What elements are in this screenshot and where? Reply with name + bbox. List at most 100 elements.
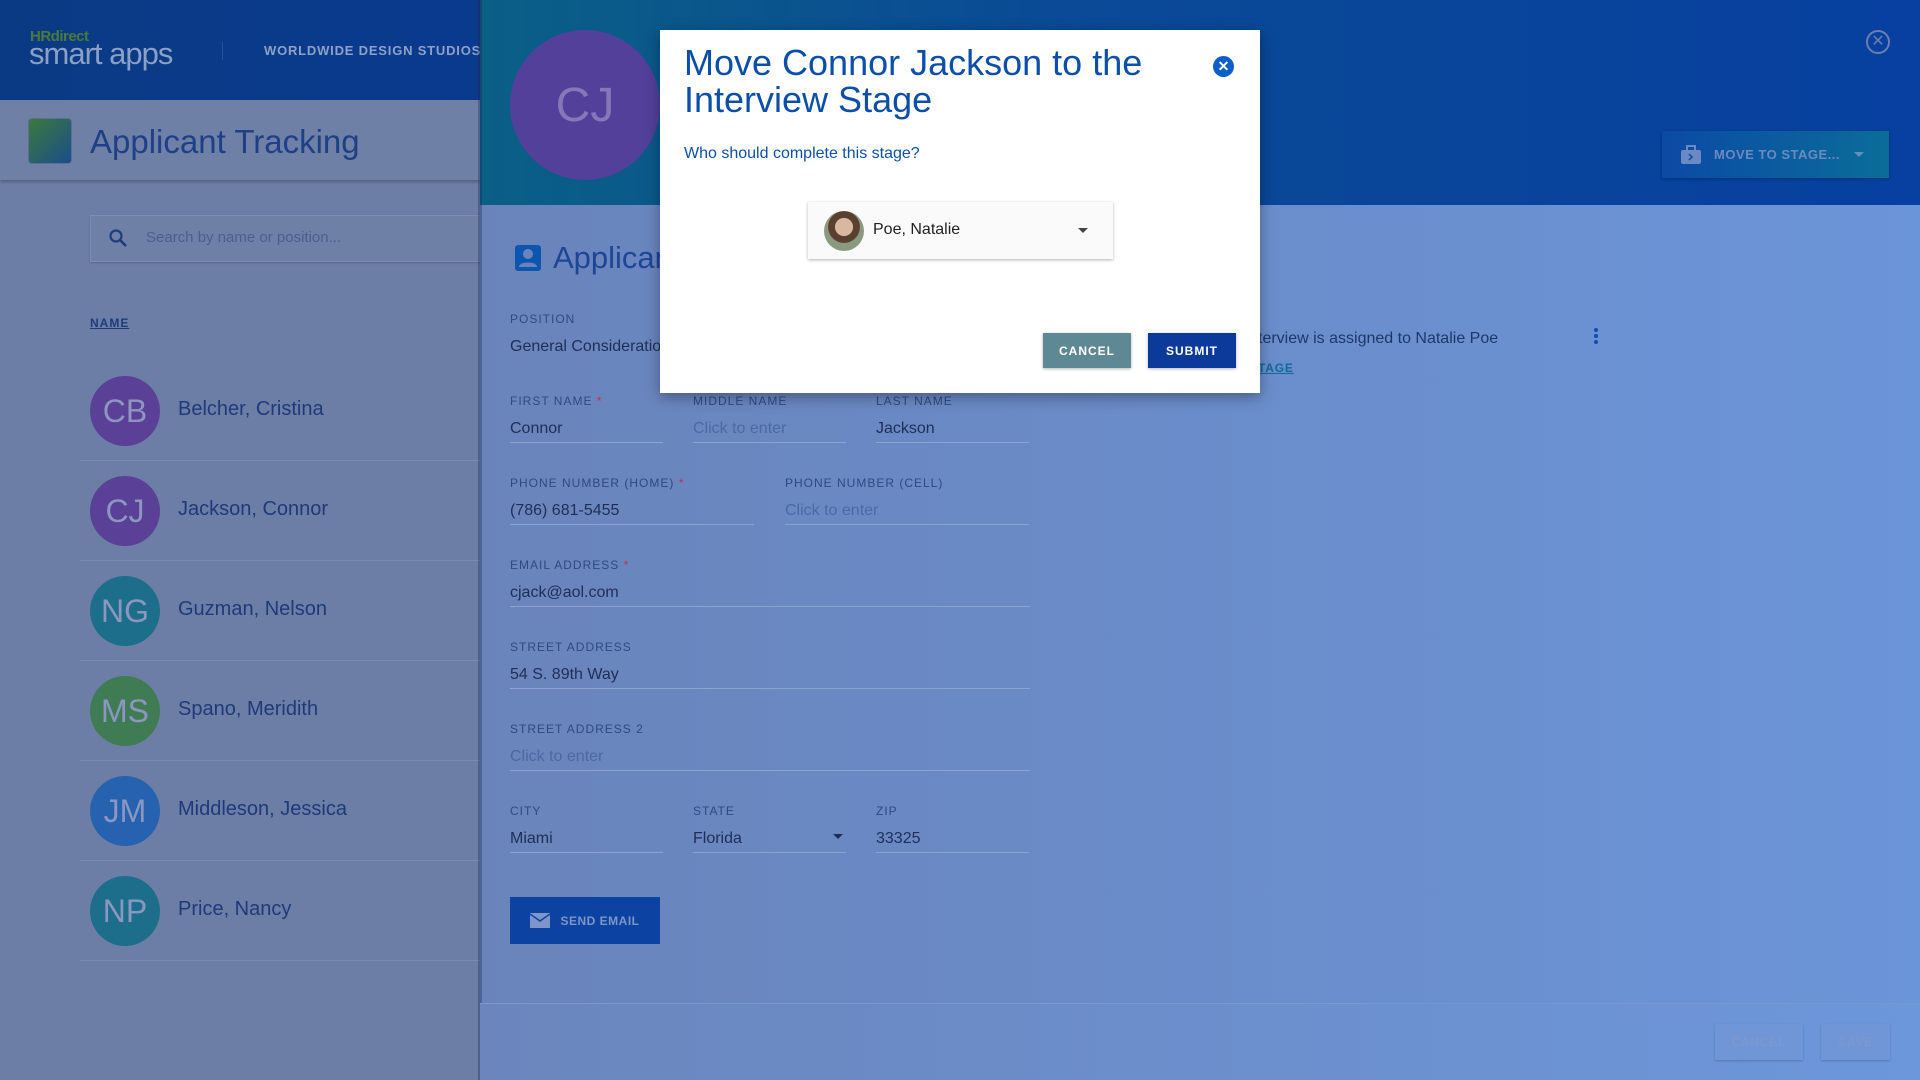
field-placeholder: Click to enter: [693, 420, 787, 437]
field-value: Connor: [510, 420, 563, 437]
first-name-field[interactable]: FIRST NAME * Connor: [510, 394, 663, 444]
field-value: cjack@aol.com: [510, 584, 619, 601]
required-mark: *: [678, 476, 685, 490]
required-mark: *: [623, 558, 630, 572]
avatar: NP: [90, 876, 160, 946]
assignee-avatar: [824, 211, 864, 251]
field-label: STREET ADDRESS 2: [510, 722, 644, 736]
applicant-name: Jackson, Connor: [178, 498, 329, 520]
field-value: Miami: [510, 830, 553, 847]
zip-field[interactable]: ZIP 33325: [876, 804, 1029, 854]
field-underline: [785, 524, 1029, 525]
field-underline: [510, 442, 663, 443]
field-value: (786) 681-5455: [510, 502, 620, 519]
field-placeholder: Click to enter: [785, 502, 879, 519]
dialog-question: Who should complete this stage?: [684, 145, 920, 162]
state-field[interactable]: STATE Florida: [693, 804, 846, 854]
person-icon: [515, 245, 541, 271]
avatar: MS: [90, 676, 160, 746]
cancel-button[interactable]: CANCEL: [1715, 1024, 1803, 1060]
field-placeholder: Click to enter: [510, 748, 604, 765]
field-underline: [510, 606, 1030, 607]
chevron-down-icon: [1078, 228, 1088, 233]
applicant-tracking-app-icon: [28, 118, 72, 164]
avatar: JM: [90, 776, 160, 846]
list-item[interactable]: NG Guzman, Nelson: [80, 561, 480, 661]
dialog-cancel-button[interactable]: CANCEL: [1043, 333, 1131, 368]
more-options-icon[interactable]: [1594, 328, 1600, 348]
chevron-down-icon: [833, 834, 843, 839]
street2-field[interactable]: STREET ADDRESS 2 Click to enter: [510, 722, 1030, 772]
list-item[interactable]: JM Middleson, Jessica: [80, 761, 480, 861]
applicant-name: Belcher, Cristina: [178, 398, 324, 420]
last-name-field[interactable]: LAST NAME Jackson: [876, 394, 1029, 444]
field-underline: [510, 852, 663, 853]
avatar: NG: [90, 576, 160, 646]
save-button[interactable]: SAVE: [1821, 1024, 1890, 1060]
field-value: Florida: [693, 830, 742, 847]
field-label: POSITION: [510, 312, 576, 326]
field-value: General Consideration: [510, 338, 671, 355]
envelope-icon: [530, 913, 551, 928]
field-underline: [693, 852, 846, 853]
field-underline: [510, 688, 1030, 689]
dialog-submit-button[interactable]: SUBMIT: [1148, 333, 1236, 368]
list-item[interactable]: CJ Jackson, Connor: [80, 461, 480, 561]
search-placeholder: Search by name or position...: [146, 229, 342, 246]
field-label: EMAIL ADDRESS *: [510, 558, 630, 572]
assignee-select[interactable]: Poe, Natalie: [808, 202, 1113, 259]
street-field[interactable]: STREET ADDRESS 54 S. 89th Way: [510, 640, 1030, 690]
logo-brand-large: smart apps: [29, 36, 173, 71]
list-item[interactable]: NP Price, Nancy: [80, 861, 480, 961]
list-item[interactable]: CB Belcher, Cristina: [80, 361, 480, 461]
field-underline: [693, 442, 846, 443]
close-panel-icon[interactable]: ✕: [1866, 30, 1890, 54]
organization-name: WORLDWIDE DESIGN STUDIOS: [264, 43, 482, 58]
field-label: CITY: [510, 804, 542, 818]
field-underline: [510, 770, 1030, 771]
middle-name-field[interactable]: MIDDLE NAME Click to enter: [693, 394, 846, 444]
move-to-stage-button[interactable]: MOVE TO STAGE...: [1662, 131, 1889, 178]
move-stage-dialog: Move Connor Jackson to the Interview Sta…: [660, 30, 1260, 393]
assignee-value: Poe, Natalie: [873, 221, 961, 238]
briefcase-icon: [1681, 144, 1701, 164]
stage-link[interactable]: TAGE: [1258, 361, 1294, 375]
field-underline: [876, 852, 1029, 853]
chevron-down-icon: [1853, 152, 1864, 157]
field-value: 33325: [876, 830, 921, 847]
app-title: Applicant Tracking: [90, 123, 360, 160]
dialog-title: Move Connor Jackson to the Interview Sta…: [684, 42, 1143, 120]
field-value: Jackson: [876, 420, 935, 437]
field-value: 54 S. 89th Way: [510, 666, 619, 683]
field-label: MIDDLE NAME: [693, 394, 788, 408]
send-email-button[interactable]: SEND EMAIL: [510, 897, 660, 944]
field-underline: [876, 442, 1029, 443]
phone-cell-field[interactable]: PHONE NUMBER (CELL) Click to enter: [785, 476, 1029, 526]
applicant-name: Middleson, Jessica: [178, 798, 347, 820]
field-label: STREET ADDRESS: [510, 640, 632, 654]
email-field[interactable]: EMAIL ADDRESS * cjack@aol.com: [510, 558, 1030, 608]
position-field[interactable]: POSITION General Consideration: [510, 312, 680, 362]
avatar: CB: [90, 376, 160, 446]
panel-divider: [478, 0, 482, 1080]
stage-assignment-note: terview is assigned to Natalie Poe: [1258, 330, 1499, 347]
field-underline: [510, 524, 754, 525]
footer-bar: [480, 1003, 1920, 1080]
applicant-avatar: CJ: [510, 30, 660, 180]
applicant-name: Price, Nancy: [178, 898, 292, 920]
field-label: PHONE NUMBER (CELL): [785, 476, 944, 490]
applicant-name: Spano, Meridith: [178, 698, 319, 720]
field-label: FIRST NAME *: [510, 394, 603, 408]
move-to-stage-label: MOVE TO STAGE...: [1714, 147, 1840, 162]
field-label: PHONE NUMBER (HOME) *: [510, 476, 685, 490]
send-email-label: SEND EMAIL: [560, 913, 640, 928]
name-column-header[interactable]: NAME: [90, 316, 129, 330]
city-field[interactable]: CITY Miami: [510, 804, 663, 854]
list-item[interactable]: MS Spano, Meridith: [80, 661, 480, 761]
search-icon: [109, 229, 127, 247]
close-dialog-icon[interactable]: ✕: [1213, 56, 1234, 77]
phone-home-field[interactable]: PHONE NUMBER (HOME) * (786) 681-5455: [510, 476, 754, 526]
field-label: ZIP: [876, 804, 898, 818]
avatar: CJ: [90, 476, 160, 546]
divider: [222, 42, 223, 60]
